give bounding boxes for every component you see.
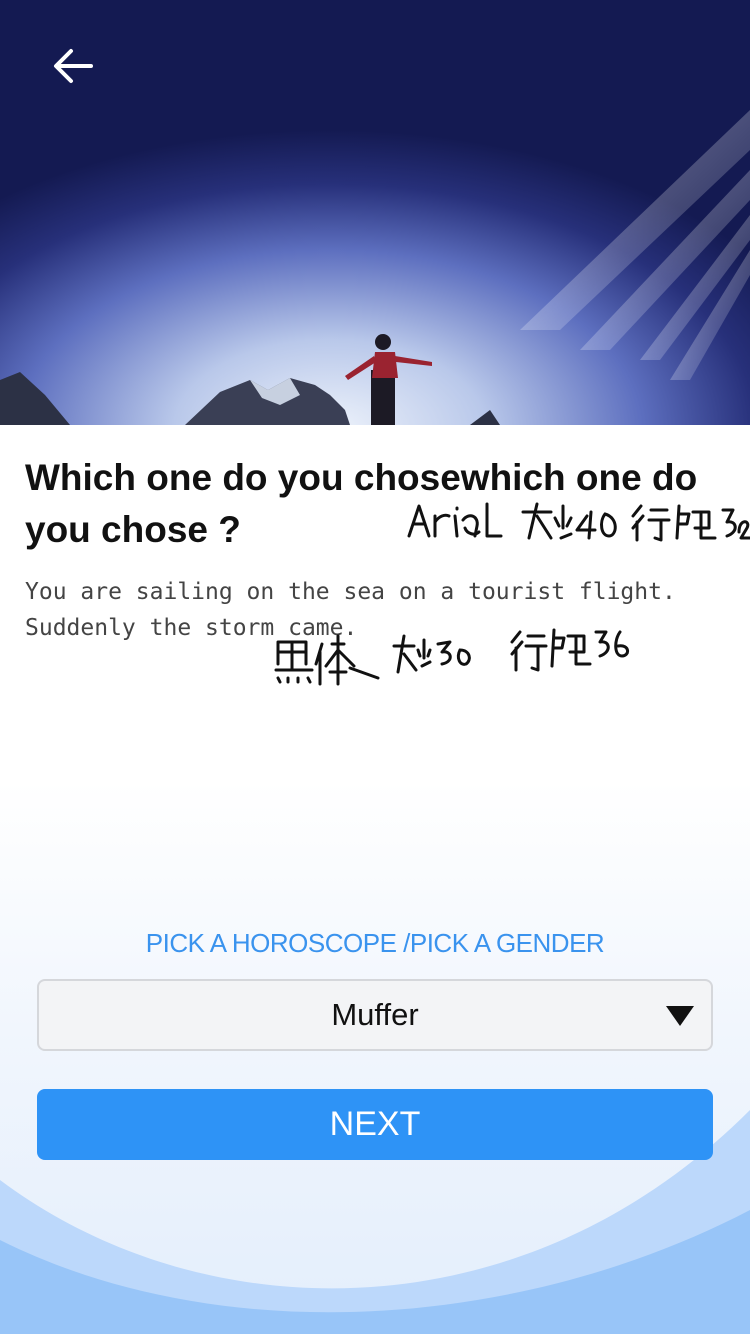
mountain-scene [0, 110, 750, 425]
gender-select[interactable]: Muffer [37, 979, 713, 1051]
question-description: You are sailing on the sea on a tourist … [25, 579, 676, 641]
next-button[interactable]: NEXT [37, 1089, 713, 1160]
select-value: Muffer [331, 997, 419, 1032]
hero-image [0, 0, 750, 425]
caret-down-icon [666, 1006, 694, 1026]
picker-label: PICK A HOROSCOPE /PICK A GENDER [145, 928, 605, 958]
arrow-left-icon [54, 49, 93, 83]
back-button[interactable] [44, 40, 100, 92]
question-title: Which one do you chosewhich one do you c… [25, 457, 698, 550]
